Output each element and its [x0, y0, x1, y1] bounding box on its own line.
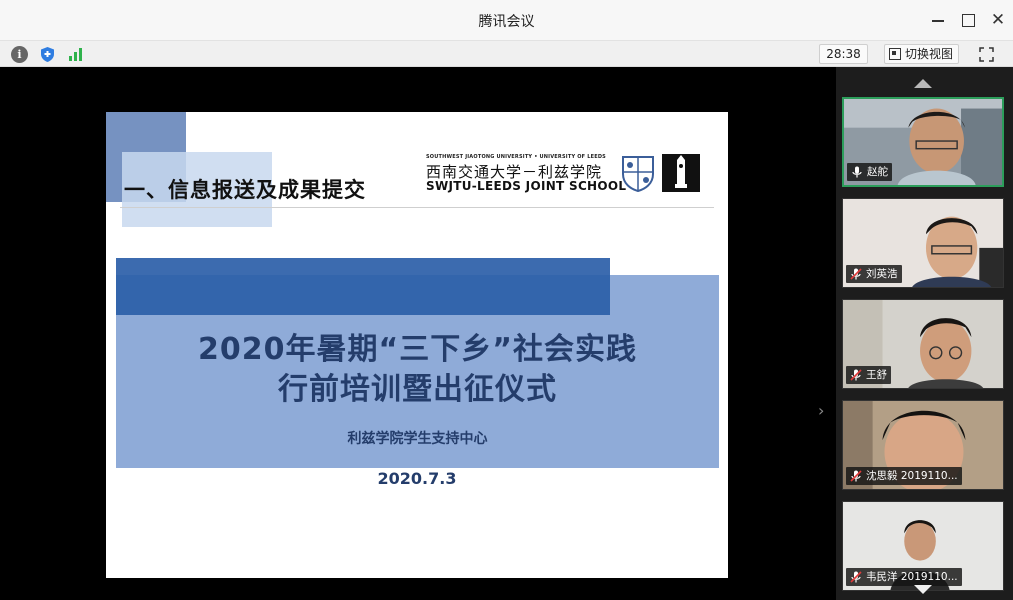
- muted-microphone-icon: [850, 470, 862, 482]
- muted-microphone-icon: [850, 571, 862, 583]
- close-button[interactable]: ✕: [986, 8, 1010, 32]
- participant-video-tile[interactable]: 沈思毅 2019110...: [842, 400, 1004, 490]
- participant-video-tile[interactable]: 赵舵: [842, 97, 1004, 187]
- switch-view-button[interactable]: 切换视图: [884, 44, 960, 64]
- slide-date: 2020.7.3: [377, 469, 457, 488]
- participant-video-tile[interactable]: 王舒: [842, 299, 1004, 389]
- participant-nametag: 沈思毅 2019110...: [846, 467, 962, 485]
- minimize-button[interactable]: [926, 8, 950, 32]
- slide-divider: [120, 207, 714, 208]
- joint-school-name: SWJTU-LEEDS JOINT SCHOOL: [426, 179, 627, 193]
- meeting-toolbar: i 28:38 切换视图: [0, 40, 1013, 67]
- presentation-slide: 一、信息报送及成果提交 SOUTHWEST JIAOTONG UNIVERSIT…: [106, 112, 728, 578]
- participant-name: 王舒: [866, 369, 887, 381]
- title-bar: 腾讯会议 ✕: [0, 0, 1013, 40]
- participant-video-tile[interactable]: 刘英浩: [842, 198, 1004, 288]
- meeting-timer: 28:38: [819, 44, 868, 64]
- university-english-name: SOUTHWEST JIAOTONG UNIVERSITY • UNIVERSI…: [426, 154, 606, 160]
- muted-microphone-icon: [850, 369, 862, 381]
- view-layout-icon: [889, 48, 901, 60]
- participant-name: 刘英浩: [866, 268, 898, 280]
- maximize-button[interactable]: [956, 8, 980, 32]
- participant-video-tile[interactable]: 韦民洋 2019110...: [842, 501, 1004, 591]
- microphone-icon: [852, 166, 862, 178]
- security-shield-icon[interactable]: [39, 46, 56, 63]
- participant-nametag: 赵舵: [847, 163, 892, 181]
- shared-screen-area: 一、信息报送及成果提交 SOUTHWEST JIAOTONG UNIVERSIT…: [0, 67, 836, 600]
- participant-nametag: 韦民洋 2019110...: [846, 568, 962, 586]
- window-title: 腾讯会议: [478, 14, 535, 30]
- participant-name: 沈思毅 2019110...: [866, 470, 958, 482]
- slide-organizer: 利兹学院学生支持中心: [347, 431, 488, 447]
- scroll-up-icon[interactable]: [914, 79, 932, 88]
- info-icon[interactable]: i: [11, 46, 28, 63]
- chevron-right-icon[interactable]: ›: [818, 403, 828, 419]
- participant-name: 赵舵: [867, 166, 888, 178]
- slide-subtitle: 行前培训暨出征仪式: [278, 372, 557, 407]
- scroll-down-icon[interactable]: [914, 585, 932, 594]
- participant-nametag: 刘英浩: [846, 265, 902, 283]
- network-signal-icon[interactable]: [67, 46, 84, 63]
- slide-main-title: 2020年暑期“三下乡”社会实践: [198, 332, 637, 367]
- university-seal-icon: [622, 156, 654, 192]
- slide-section-title: 一、信息报送及成果提交: [124, 178, 366, 202]
- switch-view-label: 切换视图: [905, 47, 954, 61]
- participant-nametag: 王舒: [846, 366, 891, 384]
- fullscreen-icon[interactable]: [978, 46, 995, 63]
- participant-name: 韦民洋 2019110...: [866, 571, 958, 583]
- leeds-tower-logo-icon: [662, 154, 700, 192]
- muted-microphone-icon: [850, 268, 862, 280]
- title-banner-accent: [116, 258, 610, 315]
